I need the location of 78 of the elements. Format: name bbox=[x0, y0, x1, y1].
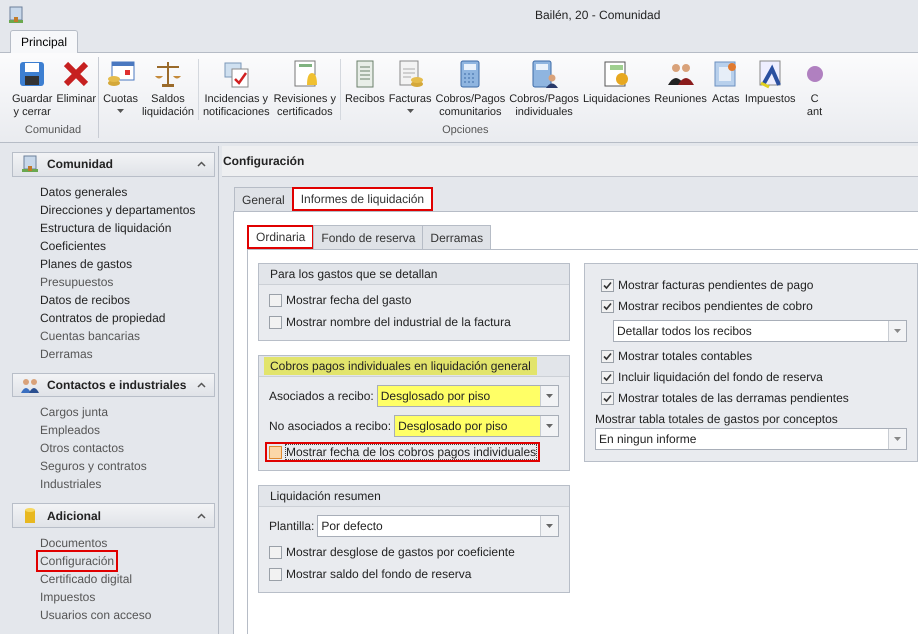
tab[interactable]: Fondo de reserva bbox=[313, 225, 424, 249]
group-title: Liquidación resumen bbox=[269, 488, 382, 505]
checkbox[interactable] bbox=[269, 446, 282, 458]
tab[interactable]: Informes de liquidación bbox=[292, 187, 434, 211]
checkbox-option[interactable]: Mostrar totales de las derramas pendientes bbox=[597, 388, 911, 408]
ribbon-button[interactable]: Liquidaciones bbox=[580, 53, 652, 124]
section-header[interactable]: Comunidad bbox=[12, 152, 215, 177]
field-label: Mostrar tabla totales de gastos por conceptos bbox=[595, 412, 839, 426]
ribbon-button[interactable]: Reuniones bbox=[652, 53, 709, 124]
page-title: Configuración bbox=[223, 154, 304, 168]
scale-icon bbox=[152, 59, 183, 89]
ribbon-button[interactable]: Actas bbox=[708, 53, 743, 124]
ribbon-button[interactable]: Saldos liquidación bbox=[140, 53, 196, 124]
checkbox-option[interactable]: Mostrar desglose de gastos por coeficiente bbox=[265, 542, 519, 562]
calendar-icon bbox=[106, 59, 136, 89]
section-header[interactable]: Adicional bbox=[12, 503, 215, 528]
ribbon-button[interactable]: Cobros/Pagos individuales bbox=[507, 53, 581, 124]
field-label: No asociados a recibo: bbox=[269, 419, 392, 433]
ribbon-group-label: Opciones bbox=[441, 124, 490, 138]
group-title: Para los gastos que se detallan bbox=[269, 266, 438, 283]
tab[interactable]: Derramas bbox=[422, 225, 492, 249]
chevron-icon[interactable] bbox=[197, 161, 206, 168]
checkbox-option[interactable]: Mostrar facturas pendientes de pago bbox=[597, 275, 911, 295]
ribbon-button[interactable]: Revisiones y certificados bbox=[272, 53, 338, 124]
section-header[interactable]: Contactos e industriales bbox=[12, 372, 215, 398]
group-title: Cobros pagos individuales en liquidación general bbox=[264, 357, 537, 375]
checkbox-option[interactable]: Mostrar recibos pendientes de cobro bbox=[597, 296, 911, 316]
checkbox[interactable] bbox=[601, 300, 614, 312]
window-title: Bailén, 20 - Comunidad bbox=[535, 8, 660, 22]
section-title: Adicional bbox=[47, 508, 102, 523]
checkbox[interactable] bbox=[601, 350, 614, 362]
ribbon-button[interactable]: Recibos bbox=[342, 53, 387, 124]
ribbon-button[interactable]: C ant bbox=[798, 53, 830, 124]
dropdown-field[interactable]: Detallar todos los recibos bbox=[613, 320, 907, 342]
caret-icon bbox=[546, 524, 553, 528]
people-icon bbox=[21, 376, 39, 394]
checkbox[interactable] bbox=[269, 546, 282, 558]
checkbox-option[interactable]: Incluir liquidación del fondo de reserva bbox=[597, 367, 911, 387]
caret-icon bbox=[894, 329, 901, 333]
checkbox[interactable] bbox=[269, 316, 282, 328]
checkbox-option[interactable]: Mostrar saldo del fondo de reserva bbox=[265, 564, 476, 584]
ribbon-button[interactable]: Facturas bbox=[386, 53, 434, 124]
field-label: Plantilla: bbox=[269, 519, 314, 533]
chevron-icon[interactable] bbox=[197, 382, 206, 388]
ribbon-button[interactable]: Cobros/Pagos comunitarios bbox=[434, 53, 508, 124]
caret-icon bbox=[546, 424, 553, 428]
checkbox[interactable] bbox=[269, 568, 282, 580]
tab[interactable]: Ordinaria bbox=[247, 225, 314, 249]
building-icon bbox=[21, 155, 39, 174]
ribbon-button[interactable]: Incidencias y notificaciones bbox=[200, 53, 272, 124]
ribbon-tab[interactable]: Principal bbox=[10, 30, 78, 53]
checkbox[interactable] bbox=[601, 278, 614, 292]
building-icon bbox=[8, 6, 24, 24]
caret-icon bbox=[406, 109, 414, 113]
checkbox-option[interactable]: Mostrar totales contables bbox=[597, 346, 911, 366]
checkbox-option[interactable]: Mostrar nombre del industrial de la factura bbox=[265, 312, 515, 332]
checkbox-option[interactable]: Mostrar fecha de los cobros pagos individuales bbox=[265, 442, 540, 462]
dropdown-field[interactable]: Desglosado por piso bbox=[376, 385, 559, 407]
field-label: Asociados a recibo: bbox=[269, 389, 374, 403]
checkbox[interactable] bbox=[601, 370, 614, 384]
caret-icon bbox=[894, 437, 901, 441]
ribbon-button[interactable]: Impuestos bbox=[742, 53, 798, 124]
checkbox[interactable] bbox=[269, 294, 282, 306]
caret-icon bbox=[546, 394, 553, 398]
tab[interactable]: General bbox=[234, 187, 293, 211]
ribbon-button[interactable]: Cuotas bbox=[101, 53, 140, 124]
dropdown-field[interactable]: Desglosado por piso bbox=[394, 415, 559, 437]
ribbon-button[interactable]: Guardar y cerrar bbox=[10, 53, 54, 124]
dropdown-field[interactable]: Por defecto bbox=[317, 515, 559, 537]
checkbox-option[interactable]: Mostrar fecha del gasto bbox=[265, 290, 416, 310]
dropdown-field[interactable]: En ningun informe bbox=[595, 428, 907, 450]
ribbon-group-label: Comunidad bbox=[24, 124, 82, 138]
checkbox[interactable] bbox=[601, 392, 614, 404]
ribbon-button[interactable]: Eliminar bbox=[54, 53, 96, 124]
section-title: Contactos e industriales bbox=[47, 378, 188, 392]
chevron-icon[interactable] bbox=[197, 512, 206, 519]
section-title: Comunidad bbox=[47, 157, 114, 172]
caret-icon bbox=[117, 109, 124, 113]
